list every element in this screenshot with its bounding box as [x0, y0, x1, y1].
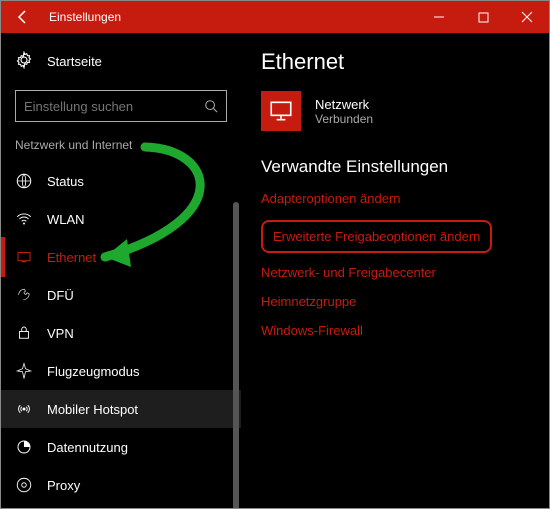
- page-title: Ethernet: [261, 49, 529, 75]
- home-button[interactable]: Startseite: [1, 43, 241, 80]
- monitor-icon: [268, 98, 294, 124]
- sidebar-item-wlan[interactable]: WLAN: [1, 200, 241, 238]
- dialup-icon: [15, 286, 33, 304]
- related-heading: Verwandte Einstellungen: [261, 157, 529, 177]
- data-usage-icon: [15, 438, 33, 456]
- sidebar-item-label: Mobiler Hotspot: [47, 402, 138, 417]
- link-adapter-options[interactable]: Adapteroptionen ändern: [261, 191, 529, 206]
- window-body: Startseite Netzwerk und Internet Status …: [1, 33, 549, 508]
- close-icon: [521, 11, 533, 23]
- search-icon: [204, 99, 218, 113]
- sidebar-item-datausage[interactable]: Datennutzung: [1, 428, 241, 466]
- sidebar-item-vpn[interactable]: VPN: [1, 314, 241, 352]
- link-network-center[interactable]: Netzwerk- und Freigabecenter: [261, 265, 529, 280]
- link-advanced-sharing[interactable]: Erweiterte Freigabeoptionen ändern: [261, 220, 492, 253]
- link-firewall[interactable]: Windows-Firewall: [261, 323, 529, 338]
- sidebar-item-label: Proxy: [47, 478, 80, 493]
- sidebar-item-hotspot[interactable]: Mobiler Hotspot: [1, 390, 241, 428]
- proxy-icon: [15, 476, 33, 494]
- sidebar-item-label: VPN: [47, 326, 74, 341]
- window-title: Einstellungen: [45, 10, 417, 24]
- sidebar-item-label: DFÜ: [47, 288, 74, 303]
- sidebar-item-label: Flugzeugmodus: [47, 364, 140, 379]
- minimize-icon: [433, 11, 445, 23]
- content-pane: Ethernet Netzwerk Verbunden Verwandte Ei…: [241, 33, 549, 508]
- minimize-button[interactable]: [417, 1, 461, 33]
- sidebar: Startseite Netzwerk und Internet Status …: [1, 33, 241, 508]
- home-label: Startseite: [47, 54, 102, 69]
- search-input[interactable]: [24, 99, 204, 114]
- sidebar-item-airplane[interactable]: Flugzeugmodus: [1, 352, 241, 390]
- link-homegroup[interactable]: Heimnetzgruppe: [261, 294, 529, 309]
- sidebar-item-label: Status: [47, 174, 84, 189]
- sidebar-item-label: WLAN: [47, 212, 85, 227]
- wifi-icon: [15, 210, 33, 228]
- back-button[interactable]: [1, 1, 45, 33]
- sidebar-item-label: Datennutzung: [47, 440, 128, 455]
- hotspot-icon: [15, 400, 33, 418]
- ethernet-icon: [15, 248, 33, 266]
- titlebar: Einstellungen: [1, 1, 549, 33]
- network-name: Netzwerk: [315, 97, 373, 112]
- gear-icon: [15, 51, 33, 72]
- sidebar-item-proxy[interactable]: Proxy: [1, 466, 241, 504]
- sidebar-scrollbar[interactable]: [233, 162, 239, 508]
- airplane-icon: [15, 362, 33, 380]
- search-box[interactable]: [15, 90, 227, 122]
- vpn-icon: [15, 324, 33, 342]
- sidebar-item-ethernet[interactable]: Ethernet: [1, 238, 241, 276]
- arrow-left-icon: [15, 9, 31, 25]
- network-row[interactable]: Netzwerk Verbunden: [261, 91, 529, 131]
- sidebar-item-dfu[interactable]: DFÜ: [1, 276, 241, 314]
- close-button[interactable]: [505, 1, 549, 33]
- sidebar-item-status[interactable]: Status: [1, 162, 241, 200]
- settings-window: Einstellungen Startseite Netzwerk und In…: [0, 0, 550, 509]
- network-text: Netzwerk Verbunden: [315, 97, 373, 126]
- status-icon: [15, 172, 33, 190]
- scrollbar-thumb[interactable]: [233, 202, 239, 508]
- network-tile-icon: [261, 91, 301, 131]
- nav-list: Status WLAN Ethernet DFÜ VPN: [1, 162, 241, 508]
- sidebar-item-label: Ethernet: [47, 250, 96, 265]
- section-label: Netzwerk und Internet: [1, 136, 241, 162]
- maximize-icon: [478, 12, 489, 23]
- network-status: Verbunden: [315, 112, 373, 126]
- maximize-button[interactable]: [461, 1, 505, 33]
